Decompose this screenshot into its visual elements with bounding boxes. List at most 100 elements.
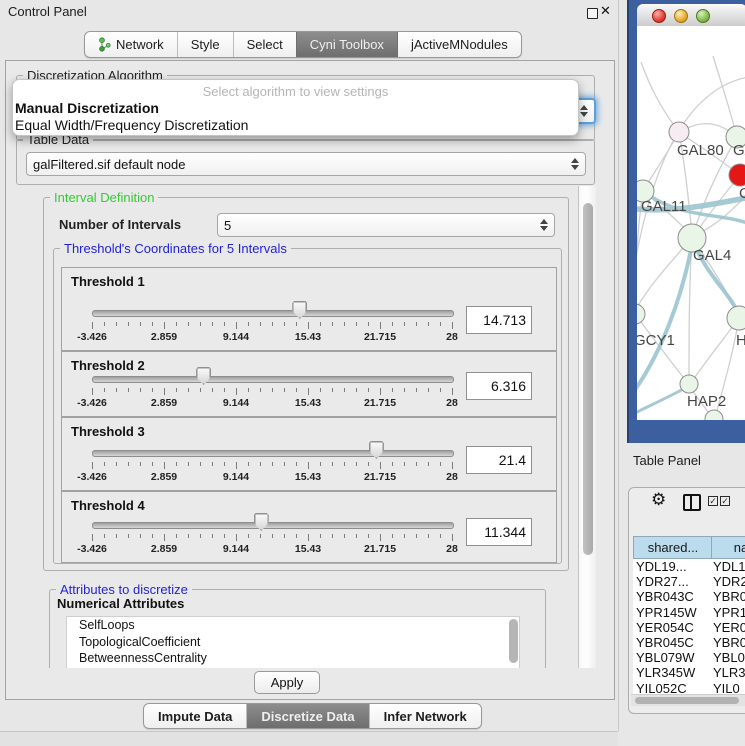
columns-icon[interactable] (683, 494, 701, 511)
tab-jactivemnodules[interactable]: jActiveMNodules (397, 32, 521, 57)
attribute-item-topologicalcoefficient[interactable]: TopologicalCoefficient (67, 634, 519, 651)
tab-impute-data[interactable]: Impute Data (144, 704, 246, 728)
slider-track[interactable] (92, 376, 454, 383)
checkbox-icon[interactable]: ✓ (708, 496, 718, 506)
table-row[interactable]: YDL19...YDL1 (633, 559, 745, 574)
cell-name: YDR2 (713, 574, 745, 589)
threshold-slider[interactable]: -3.4262.8599.14415.4321.71528 (70, 366, 478, 412)
minimize-traffic-light-icon[interactable] (674, 9, 688, 23)
attributes-group: Attributes to discretize Numerical Attri… (49, 589, 546, 668)
column-header-0[interactable]: shared... (633, 536, 713, 559)
table-row[interactable]: YDR27...YDR2 (633, 574, 745, 589)
table-row[interactable]: YLR345WYLR3 (633, 665, 745, 680)
zoom-traffic-light-icon[interactable] (696, 9, 710, 23)
table-hscrollbar-thumb[interactable] (635, 697, 739, 704)
list-scrollbar[interactable] (509, 619, 518, 663)
attribute-item-selfloops[interactable]: SelfLoops (67, 617, 519, 634)
threshold-slider[interactable]: -3.4262.8599.14415.4321.71528 (70, 512, 478, 558)
minor-tick (368, 534, 369, 538)
numerical-attributes-list[interactable]: SelfLoopsTopologicalCoefficientBetweenne… (66, 616, 520, 668)
table-hscrollbar-track[interactable] (631, 694, 745, 706)
network-node-c[interactable] (729, 164, 745, 186)
minor-tick (272, 388, 273, 392)
tick-label: 21.715 (350, 331, 410, 343)
minor-tick (200, 388, 201, 392)
minor-tick (116, 462, 117, 466)
table-row[interactable]: YPR145WYPR1 (633, 605, 745, 620)
checkbox-icon[interactable]: ✓ (720, 496, 730, 506)
threshold-slider[interactable]: -3.4262.8599.14415.4321.71528 (70, 440, 478, 486)
tab-style[interactable]: Style (177, 32, 233, 57)
number-of-intervals-value: 5 (224, 218, 536, 233)
cell-name: YPR1 (713, 605, 745, 620)
number-of-intervals-label: Number of Intervals (59, 217, 181, 232)
minor-tick (320, 462, 321, 466)
threshold-value-field[interactable]: 11.344 (466, 518, 532, 546)
major-tick (236, 388, 237, 395)
table-row[interactable]: YBR043CYBR0 (633, 589, 745, 604)
table-row[interactable]: YBL079WYBL0 (633, 650, 745, 665)
settings-scroll-viewport: Interval Definition Number of Intervals … (16, 186, 596, 668)
minor-tick (176, 534, 177, 538)
algorithm-option-equal-width-frequency-discretization[interactable]: Equal Width/Frequency Discretization (15, 117, 248, 133)
interval-definition-group: Interval Definition Number of Intervals … (43, 197, 569, 571)
threshold-label: Threshold 4 (71, 498, 145, 513)
major-tick (452, 534, 453, 541)
network-node-h[interactable] (727, 306, 745, 330)
table-row[interactable]: YER054CYER0 (633, 620, 745, 635)
tick-label: 9.144 (206, 543, 266, 555)
close-traffic-light-icon[interactable] (652, 9, 666, 23)
gear-icon[interactable]: ⚙ (651, 490, 666, 510)
column-header-1[interactable]: na (711, 536, 745, 559)
minor-tick (440, 322, 441, 326)
network-node-gal80[interactable] (669, 122, 689, 142)
threshold-value-field[interactable]: 21.4 (466, 446, 532, 474)
table-row[interactable]: YBR045CYBR0 (633, 635, 745, 650)
threshold-value-field[interactable]: 14.713 (466, 306, 532, 334)
table-data-combobox[interactable]: galFiltered.sif default node (26, 152, 586, 176)
algorithm-dropdown-popup: Select algorithm to view settings Manual… (12, 79, 579, 136)
cell-shared-name: YBR045C (636, 635, 694, 650)
numerical-attributes-title: Numerical Attributes (57, 596, 184, 611)
slider-track[interactable] (92, 450, 454, 457)
tick-label: 15.43 (278, 397, 338, 409)
major-tick (380, 322, 381, 329)
minor-tick (212, 322, 213, 326)
tick-label: 2.859 (134, 471, 194, 483)
table-panel: ⚙ ✓ ✓ shared...naYDL19...YDL1YDR27...YDR… (628, 487, 745, 714)
settings-scrollbar-thumb[interactable] (583, 203, 593, 555)
network-node-gcy1[interactable] (637, 304, 645, 324)
tab-discretize-data[interactable]: Discretize Data (246, 704, 368, 728)
number-of-intervals-combobox[interactable]: 5 (217, 213, 555, 237)
apply-button[interactable]: Apply (254, 671, 320, 694)
node-label: GAL11 (641, 198, 687, 215)
close-icon[interactable]: ✕ (600, 3, 611, 19)
algorithm-option-manual-discretization[interactable]: Manual Discretization (15, 100, 159, 116)
slider-track[interactable] (92, 522, 454, 529)
minor-tick (212, 462, 213, 466)
bottom-strip (0, 731, 618, 746)
tab-network[interactable]: Network (85, 32, 177, 57)
network-window-titlebar[interactable] (637, 4, 745, 27)
network-canvas[interactable]: GAL80GACGAL11GAL4GCY1HHAP2 (637, 26, 745, 420)
node-label: GA (733, 142, 745, 159)
tab-select[interactable]: Select (233, 32, 296, 57)
cell-name: YBR0 (713, 589, 745, 604)
settings-scrollbar-track[interactable] (578, 186, 596, 668)
major-tick (92, 462, 93, 469)
tab-cyni-toolbox[interactable]: Cyni Toolbox (296, 32, 397, 57)
minor-tick (320, 534, 321, 538)
attribute-item-betweennesscentrality[interactable]: BetweennessCentrality (67, 650, 519, 667)
minor-tick (416, 388, 417, 392)
minor-tick (248, 322, 249, 326)
threshold-slider[interactable]: -3.4262.8599.14415.4321.71528 (70, 300, 478, 346)
stepper-icon (540, 219, 548, 231)
threshold-value-field[interactable]: 6.316 (466, 372, 532, 400)
minor-tick (320, 322, 321, 326)
network-node-hap2[interactable] (680, 375, 698, 393)
stepper-icon (571, 158, 579, 170)
slider-track[interactable] (92, 310, 454, 317)
minor-tick (248, 534, 249, 538)
float-window-icon[interactable] (587, 8, 598, 19)
tab-infer-network[interactable]: Infer Network (369, 704, 481, 728)
